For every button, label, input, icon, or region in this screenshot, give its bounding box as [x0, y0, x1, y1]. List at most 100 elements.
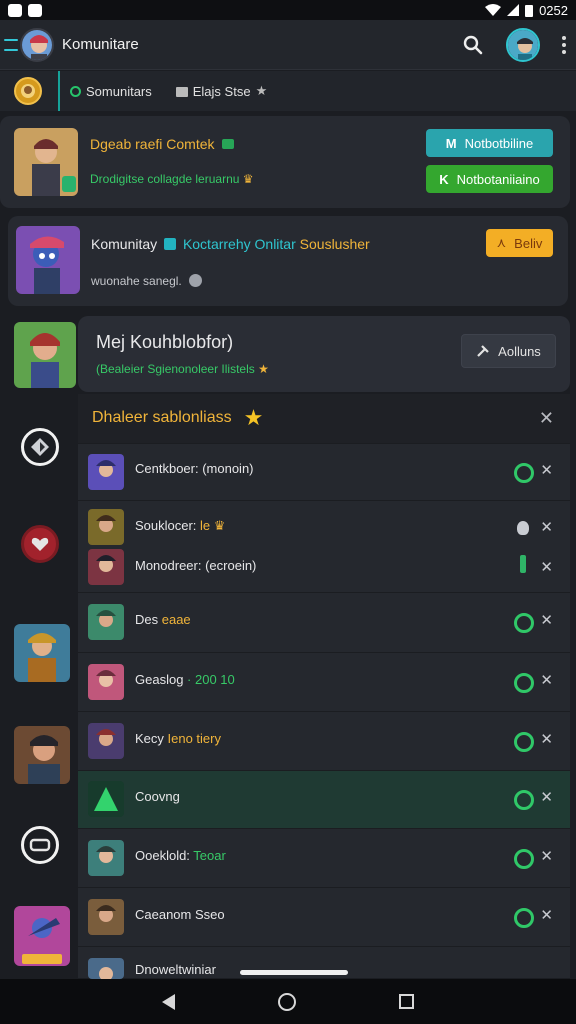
row-label: Kecy Ieno tiery — [135, 731, 221, 746]
avatar — [88, 781, 124, 817]
panel-title: Dhaleer sablonliass — [92, 409, 232, 426]
avatar — [88, 723, 124, 759]
app-bar: Komunitare — [0, 20, 576, 70]
remove-icon[interactable]: ✕ — [540, 847, 553, 865]
avatar — [88, 549, 124, 585]
list-item[interactable]: Kecy Ieno tiery ✕ — [78, 711, 570, 770]
accept-icon[interactable] — [514, 908, 534, 928]
community-card-2[interactable]: Komunitay Koctarrehy Onlitar Souslusher … — [8, 216, 568, 306]
status-bar: 0252 — [0, 0, 576, 20]
clock: 0252 — [539, 2, 568, 18]
remove-icon[interactable]: ✕ — [540, 558, 553, 576]
accept-icon[interactable] — [514, 790, 534, 810]
remove-icon[interactable]: ✕ — [540, 671, 553, 689]
app-title: Komunitare — [62, 36, 139, 53]
community-dot-icon — [70, 85, 81, 97]
profile-avatar[interactable] — [506, 27, 540, 62]
community-card-3[interactable]: Mej Kouhblobfor) (Bealeier Sgienonoleer … — [78, 316, 570, 392]
avatar — [88, 664, 124, 700]
row-label: Souklocer: le ♛ — [135, 518, 226, 533]
tool-icon — [477, 345, 489, 357]
row-label: Dnoweltwiniar — [135, 962, 216, 977]
remove-icon[interactable]: ✕ — [540, 461, 553, 479]
list-item[interactable]: Des eaae ✕ — [78, 592, 570, 652]
rail-thumbnail-3[interactable] — [14, 906, 70, 966]
home-icon[interactable] — [277, 992, 296, 1011]
row-label: Monodreer: (ecroein) — [135, 558, 257, 573]
notification-icon — [8, 3, 22, 17]
wifi-icon — [485, 4, 502, 16]
community-card-1[interactable]: Dgeab raefi Comtek Drodigitse collagde l… — [0, 116, 570, 208]
card1-subtitle: Drodigitse collagde leruarnu ♛ — [90, 172, 254, 186]
avatar — [88, 604, 124, 640]
tab-elajs[interactable]: Elajs Stse ★ — [175, 83, 267, 99]
avatar — [88, 454, 124, 490]
card3-title: Mej Kouhblobfor) — [96, 332, 234, 352]
tab-community[interactable]: Somunitars — [70, 84, 152, 99]
card3-action-button[interactable]: Aolluns — [461, 334, 556, 368]
chat-icon — [164, 238, 177, 250]
list-item[interactable]: Centkboer: (monoin) ✕ — [78, 443, 570, 500]
m-icon: M — [445, 135, 457, 151]
more-vert-icon[interactable] — [562, 35, 566, 54]
sub-tab-bar: Somunitars Elajs Stse ★ — [0, 71, 576, 111]
accept-icon[interactable] — [514, 673, 534, 693]
card3-thumbnail[interactable] — [14, 322, 76, 388]
panel-header: Dhaleer sablonliass ★ — [78, 394, 570, 442]
accept-icon[interactable] — [514, 463, 534, 483]
list-item[interactable]: Souklocer: le ♛ ✕ Monodreer: (ecroein) ✕ — [78, 500, 570, 592]
scroll-indicator — [240, 970, 348, 975]
lock-icon — [189, 274, 203, 287]
user-badge-icon[interactable] — [14, 77, 42, 105]
list-item[interactable]: Geaslog · 200 10 ✕ — [78, 652, 570, 711]
avatar — [88, 958, 124, 979]
signal-icon — [507, 4, 520, 16]
avatar — [88, 899, 124, 935]
row-label: Ooeklold: Teoar — [135, 848, 226, 863]
pin-icon[interactable] — [517, 521, 529, 535]
tab-community-label: Somunitars — [86, 83, 152, 99]
rail-gamepad-icon[interactable] — [21, 826, 59, 864]
row-label: Des eaae — [135, 612, 191, 627]
recents-icon[interactable] — [399, 994, 415, 1009]
row-label: Geaslog · 200 10 — [135, 672, 235, 687]
remove-icon[interactable]: ✕ — [540, 730, 553, 748]
remove-icon[interactable]: ✕ — [540, 611, 553, 629]
close-icon[interactable]: ✕ — [539, 408, 554, 429]
rail-heart-icon[interactable] — [21, 525, 59, 563]
card2-thumbnail — [16, 226, 80, 294]
card2-subtitle: wuonahe sanegl. — [91, 274, 203, 288]
k-icon: K — [439, 171, 449, 187]
row-label: Caeanom Sseo — [135, 907, 225, 922]
card1-secondary-button[interactable]: K Notbotaniiaino — [426, 165, 553, 193]
remove-icon[interactable]: ✕ — [540, 518, 553, 536]
card1-primary-button[interactable]: M Notbotbiline — [426, 129, 553, 157]
community-avatar[interactable] — [20, 27, 54, 62]
system-nav-bar — [0, 979, 576, 1024]
list-item[interactable]: Coovng ✕ — [78, 770, 570, 828]
rail-diamond-icon[interactable] — [21, 428, 59, 466]
lambda-icon: ⋏ — [496, 235, 507, 250]
trophy-icon: ♛ — [242, 172, 254, 186]
search-icon[interactable] — [462, 34, 484, 56]
accept-icon[interactable] — [514, 732, 534, 752]
list-item[interactable]: Ooeklold: Teoar ✕ — [78, 828, 570, 887]
remove-icon[interactable]: ✕ — [540, 906, 553, 924]
list-item[interactable]: Caeanom Sseo ✕ — [78, 887, 570, 946]
battery-icon — [525, 4, 534, 17]
row-label: Centkboer: (monoin) — [135, 461, 254, 476]
back-icon[interactable] — [161, 993, 175, 1010]
accept-icon[interactable] — [514, 613, 534, 633]
tab-elajs-label: Elajs Stse — [192, 83, 251, 99]
folder-icon — [175, 87, 188, 97]
row-label: Coovng — [135, 789, 180, 804]
menu-icon[interactable] — [4, 38, 18, 51]
star-icon: ★ — [243, 405, 264, 430]
remove-icon[interactable]: ✕ — [540, 788, 553, 806]
rail-thumbnail-2[interactable] — [14, 726, 70, 784]
accept-icon[interactable] — [514, 849, 534, 869]
card2-action-button[interactable]: ⋏ Beliv — [486, 229, 553, 257]
avatar — [88, 509, 124, 545]
rail-thumbnail-1[interactable] — [14, 624, 70, 682]
card1-thumbnail — [14, 128, 78, 196]
